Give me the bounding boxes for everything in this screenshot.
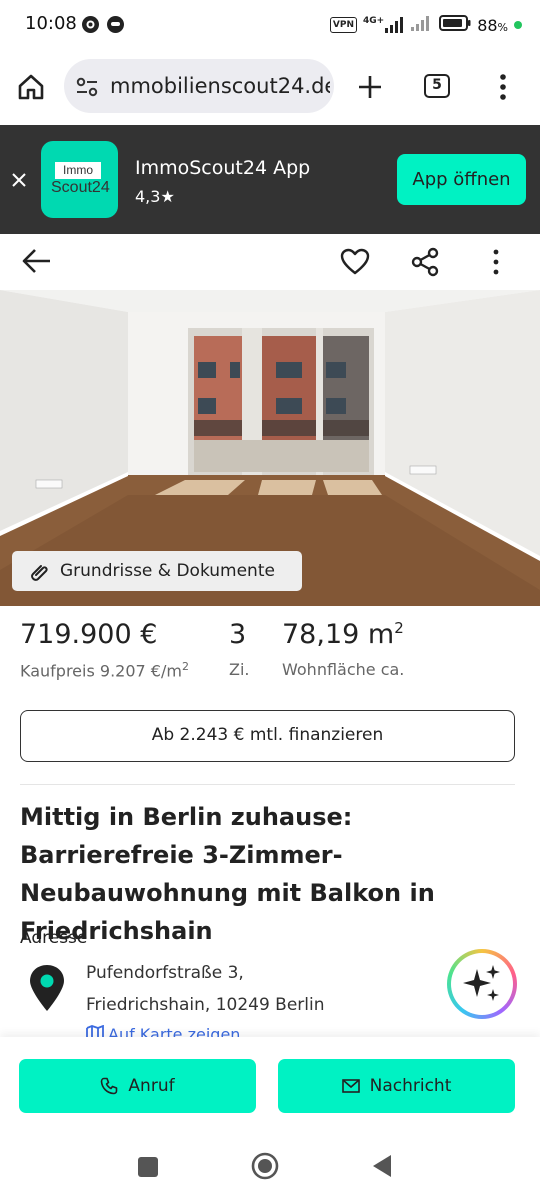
app-name: ImmoScout24 App [135,157,311,179]
paperclip-icon [28,560,50,582]
address-bar[interactable]: mmobilienscout24.de [64,59,334,113]
floorplans-documents-button[interactable]: Grundrisse & Dokumente [12,551,302,591]
living-area-label: Wohnfläche ca. [282,660,405,679]
map-icon [86,1025,104,1037]
cellular-signal-2-icon [411,15,433,35]
call-button[interactable]: Anruf [19,1059,256,1113]
recents-icon[interactable] [137,1156,159,1182]
status-time: 10:08 [25,13,77,34]
ai-assistant-button[interactable] [447,949,517,1019]
charging-dot [514,21,522,29]
more-vertical-icon[interactable] [492,249,500,279]
close-icon[interactable] [12,172,26,191]
browser-toolbar: mmobilienscout24.de 5 [0,50,540,124]
phone-icon [100,1077,118,1095]
listing-title: Mittig in Berlin zuhause: Barrierefreie … [20,803,435,945]
sparkles-icon [461,963,503,1009]
contact-bar: Anruf Nachricht [0,1037,540,1138]
system-navigation-bar [0,1138,540,1200]
financing-button[interactable]: Ab 2.243 € mtl. finanzieren [20,710,515,762]
listing-photo[interactable]: Grundrisse & Dokumente [0,290,540,606]
room-count: 3 [229,619,247,650]
plus-icon[interactable] [357,74,383,104]
listing-toolbar [0,234,540,290]
app-notification-icon [107,16,124,33]
battery-level: 88% [477,15,508,35]
living-area: 78,19 m2 [282,619,404,650]
back-nav-icon[interactable] [371,1154,393,1182]
site-settings-icon[interactable] [76,77,98,101]
address-heading: Adresse [20,928,88,948]
address-street: Pufendorfstraße 3, [86,963,244,983]
divider [20,784,515,785]
tab-switcher-button[interactable]: 5 [424,74,450,98]
envelope-icon [341,1079,360,1093]
messenger-notification-icon [82,16,99,33]
app-logo: Immo Scout24 [41,141,118,218]
show-on-map-link[interactable]: Auf Karte zeigen [86,1025,240,1037]
vpn-badge: VPN [329,17,357,33]
status-bar: 10:08 VPN 4G+ 88% [0,0,540,50]
cellular-signal-icon: 4G+ [363,17,405,33]
home-icon[interactable] [17,74,45,104]
arrow-left-icon[interactable] [22,248,52,278]
battery-icon [439,15,471,35]
heart-icon[interactable] [340,248,370,279]
message-button[interactable]: Nachricht [278,1059,515,1113]
home-nav-icon[interactable] [251,1152,279,1184]
app-rating: 4,3★ [135,187,175,206]
app-install-banner: Immo Scout24 ImmoScout24 App 4,3★ App öf… [0,125,540,234]
open-app-button[interactable]: App öffnen [397,154,526,205]
share-icon[interactable] [410,247,440,281]
more-vertical-icon[interactable] [499,74,507,104]
listing-price: 719.900 € [20,619,158,650]
map-pin-icon [28,963,66,1017]
price-per-sqm: Kaufpreis 9.207 €/m2 [20,660,189,681]
url-text: mmobilienscout24.de [110,74,330,98]
address-city: Friedrichshain, 10249 Berlin [86,995,325,1015]
room-count-label: Zi. [229,660,250,679]
